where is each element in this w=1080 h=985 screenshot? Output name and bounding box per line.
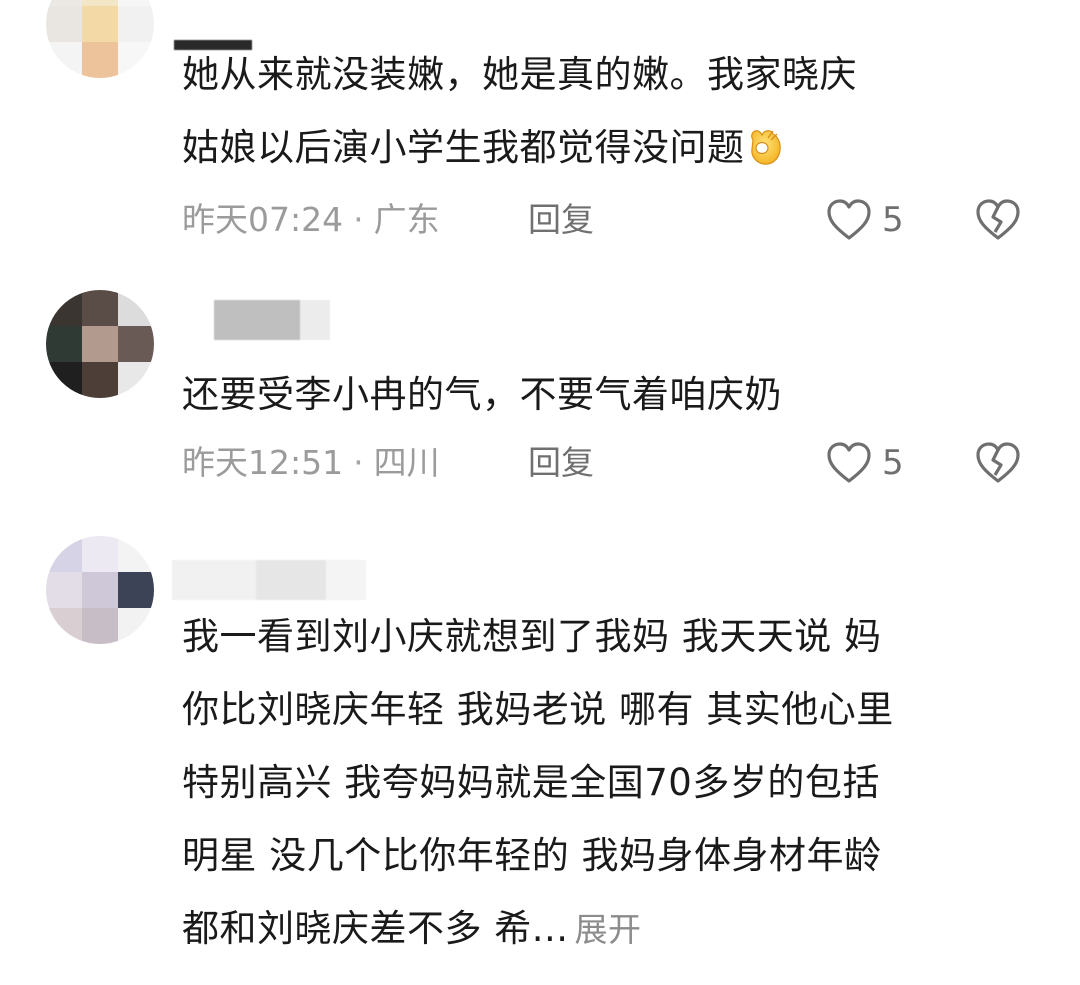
avatar[interactable]	[46, 0, 154, 78]
heart-outline-icon	[827, 442, 871, 483]
comment-text: 还要受李小冉的气，不要气着咱庆奶	[182, 373, 782, 416]
username-redacted[interactable]	[172, 560, 366, 600]
comment-time: 昨天12:51	[182, 443, 344, 482]
expand-button[interactable]: 展开	[575, 910, 642, 949]
meta-separator: ·	[353, 443, 364, 482]
like-count: 5	[882, 443, 904, 483]
like-button[interactable]: 5	[826, 439, 904, 487]
broken-heart-icon[interactable]	[975, 198, 1021, 242]
broken-heart-icon[interactable]	[975, 441, 1021, 485]
comment-location: 四川	[373, 443, 440, 482]
comment-meta: 昨天07:24 · 广东 回复	[182, 200, 594, 240]
avatar[interactable]	[46, 290, 154, 398]
like-count: 5	[882, 200, 904, 240]
username-redacted[interactable]	[214, 300, 330, 340]
comment-meta: 昨天12:51 · 四川 回复	[182, 443, 594, 483]
like-button[interactable]: 5	[826, 196, 904, 244]
comment-text: 我一看到刘小庆就想到了我妈 我天天说 妈 你比刘晓庆年轻 我妈老说 哪有 其实他…	[182, 615, 894, 950]
comment-location: 广东	[373, 200, 440, 239]
reply-button[interactable]: 回复	[528, 200, 594, 240]
meta-separator: ·	[353, 200, 364, 239]
heart-outline-icon	[827, 199, 871, 240]
avatar[interactable]	[46, 536, 154, 644]
reply-button[interactable]: 回复	[528, 443, 594, 483]
comment-time: 昨天07:24	[182, 200, 344, 239]
ok-hand-emoji	[750, 130, 781, 165]
comment-text: 她从来就没装嫩，她是真的嫩。我家晓庆 姑娘以后演小学生我都觉得没问题	[182, 53, 857, 169]
